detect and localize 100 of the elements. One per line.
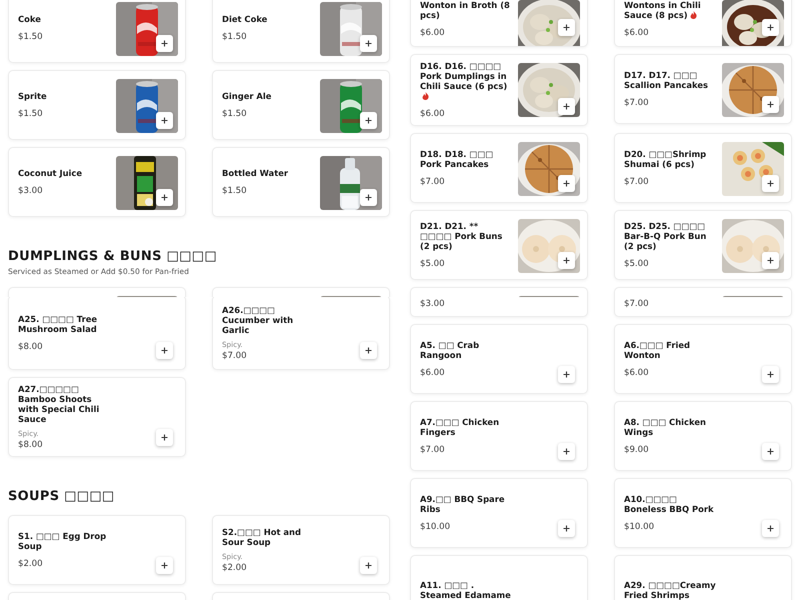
- add-button[interactable]: [558, 98, 575, 115]
- menu-card[interactable]: A5. □□ Crab Rangoon $6.00: [410, 324, 588, 394]
- menu-card[interactable]: D25. D25. □□□□ Bar-B-Q Pork Bun (2 pcs) $5.00: [614, 210, 792, 280]
- add-button[interactable]: [558, 175, 575, 192]
- add-button[interactable]: [360, 342, 377, 359]
- menu-card[interactable]: Wonton in Broth (8 pcs) $6.00: [410, 0, 588, 47]
- plus-icon: [563, 103, 570, 110]
- item-name: Bottled Water: [222, 168, 288, 178]
- menu-card[interactable]: A7.□□□ Chicken Fingers $7.00: [410, 401, 588, 471]
- menu-card[interactable]: Ginger Ale $1.50: [212, 70, 390, 140]
- item-price: $6.00: [420, 28, 446, 38]
- item-price: $9.00: [624, 445, 650, 455]
- item-price: $7.00: [420, 445, 446, 455]
- add-button[interactable]: [558, 443, 575, 460]
- item-name: A8. □□□ Chicken Wings: [624, 417, 706, 437]
- item-price: $1.50: [222, 109, 248, 119]
- plus-icon: [767, 525, 774, 532]
- item-price: $7.00: [624, 98, 650, 108]
- plus-icon: [365, 40, 372, 47]
- add-button[interactable]: [762, 175, 779, 192]
- item-price: $3.00: [18, 186, 44, 196]
- menu-card[interactable]: $7.00: [614, 297, 792, 317]
- item-price: $8.00: [18, 440, 44, 450]
- item-name: S1. □□□ Egg Drop Soup: [18, 531, 106, 551]
- add-button[interactable]: [762, 19, 779, 36]
- add-button[interactable]: [360, 112, 377, 129]
- add-button[interactable]: [156, 35, 173, 52]
- menu-card[interactable]: A6.□□□ Fried Wonton $6.00: [614, 324, 792, 394]
- item-price: $10.00: [624, 522, 656, 532]
- add-button[interactable]: [762, 96, 779, 113]
- menu-card[interactable]: Bottled Water $1.50: [212, 147, 390, 217]
- add-button[interactable]: [762, 520, 779, 537]
- plus-icon: [563, 180, 570, 187]
- item-name: A5. □□ Crab Rangoon: [420, 340, 480, 360]
- item-name: A9.□□ BBQ Spare Ribs: [420, 494, 505, 514]
- item-price: $1.50: [18, 32, 44, 42]
- menu-card[interactable]: A9.□□ BBQ Spare Ribs $10.00: [410, 478, 588, 548]
- add-button[interactable]: [360, 189, 377, 206]
- add-button[interactable]: [762, 252, 779, 269]
- item-price: $6.00: [420, 368, 446, 378]
- item-price: $1.50: [18, 109, 44, 119]
- add-button[interactable]: [558, 366, 575, 383]
- menu-card[interactable]: D21. D21. ** □□□□ Pork Buns (2 pcs) $5.00: [410, 210, 588, 280]
- item-name: D18. D18. □□□ Pork Pancakes: [420, 149, 494, 169]
- menu-card[interactable]: A10.□□□□ Boneless BBQ Pork $10.00: [614, 478, 792, 548]
- item-price: $10.00: [420, 522, 452, 532]
- item-name: Wonton in Broth (8 pcs): [420, 0, 510, 20]
- add-button[interactable]: [558, 520, 575, 537]
- menu-card[interactable]: A8. □□□ Chicken Wings $9.00: [614, 401, 792, 471]
- item-name: A11. □□□ . Steamed Edamame: [420, 580, 511, 600]
- section-heading: DUMPLINGS & BUNS □□□□: [8, 249, 218, 265]
- menu-card[interactable]: D16. D16. □□□□ Pork Dumplings in Chili Sauce (6 pcs) $6.00: [410, 54, 588, 126]
- menu-card[interactable]: A11. □□□ . Steamed Edamame: [410, 555, 588, 600]
- menu-card[interactable]: $3.00: [410, 297, 588, 317]
- plus-icon: [365, 562, 372, 569]
- menu-card[interactable]: S1. □□□ Egg Drop Soup $2.00: [8, 515, 186, 585]
- item-price: $7.00: [222, 350, 248, 360]
- add-button[interactable]: [156, 429, 173, 446]
- add-button[interactable]: [558, 19, 575, 36]
- item-price: $2.00: [18, 559, 44, 569]
- item-price: $1.50: [222, 186, 248, 196]
- menu-card[interactable]: A29. □□□□Creamy Fried Shrimps: [614, 555, 792, 600]
- menu-card[interactable]: Wontons in Chili Sauce (8 pcs) $6.00: [614, 0, 792, 47]
- menu-card[interactable]: Sprite $1.50: [8, 70, 186, 140]
- menu-card[interactable]: Coconut Juice $3.00: [8, 147, 186, 217]
- item-price: $1.50: [222, 32, 248, 42]
- item-name: Diet Coke: [222, 14, 268, 24]
- item-name: A27.□□□□□ Bamboo Shoots with Special Chili Sauce: [18, 384, 100, 424]
- plus-icon: [563, 257, 570, 264]
- plus-icon: [563, 448, 570, 455]
- plus-icon: [161, 347, 168, 354]
- add-button[interactable]: [360, 35, 377, 52]
- add-button[interactable]: [762, 443, 779, 460]
- add-button[interactable]: [156, 112, 173, 129]
- add-button[interactable]: [558, 252, 575, 269]
- plus-icon: [365, 347, 372, 354]
- item-price: $8.00: [18, 342, 44, 352]
- add-button[interactable]: [762, 366, 779, 383]
- item-name: Wontons in Chili Sauce (8 pcs): [624, 0, 701, 20]
- plus-icon: [563, 525, 570, 532]
- add-button[interactable]: [360, 557, 377, 574]
- menu-card[interactable]: D17. D17. □□□ Scallion Pancakes $7.00: [614, 54, 792, 124]
- add-button[interactable]: [156, 189, 173, 206]
- add-button[interactable]: [156, 557, 173, 574]
- item-price: $6.00: [420, 109, 446, 119]
- item-price: $5.00: [420, 259, 446, 269]
- add-button[interactable]: [156, 342, 173, 359]
- menu-card[interactable]: D18. D18. □□□ Pork Pancakes $7.00: [410, 133, 588, 203]
- plus-icon: [563, 24, 570, 31]
- section-heading: SOUPS □□□□: [8, 489, 116, 505]
- item-name: A26.□□□□ Cucumber with Garlic: [222, 304, 294, 334]
- plus-icon: [767, 24, 774, 31]
- menu-card[interactable]: D20. □□□Shrimp Shumai (6 pcs) $7.00: [614, 133, 792, 203]
- item-price: $5.00: [624, 259, 650, 269]
- plus-icon: [767, 180, 774, 187]
- item-price: $7.00: [624, 299, 650, 309]
- menu-card[interactable]: A25. □□□□ Tree Mushroom Salad $8.00: [8, 297, 186, 370]
- item-price: $6.00: [624, 28, 650, 38]
- menu-card[interactable]: Diet Coke $1.50: [212, 0, 390, 63]
- menu-card[interactable]: Coke $1.50: [8, 0, 186, 63]
